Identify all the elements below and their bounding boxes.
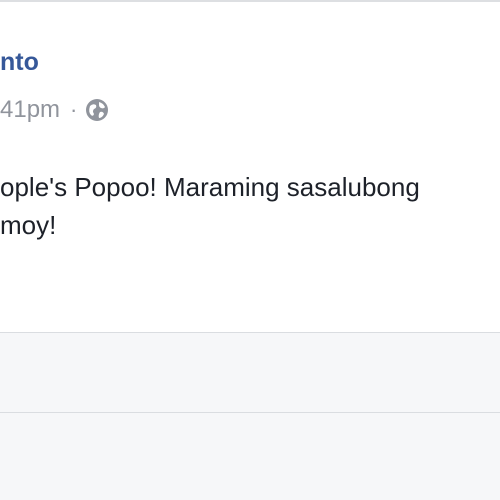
post-meta: 41pm · <box>0 94 109 126</box>
author-name-link[interactable]: nto <box>0 46 39 78</box>
globe-icon[interactable] <box>85 98 109 122</box>
post-message: ople's Popoo! Maraming sasalubong moy! <box>0 168 500 244</box>
post-timestamp-link[interactable]: 41pm <box>0 94 60 126</box>
post-text-line: moy! <box>0 210 57 240</box>
meta-separator: · <box>70 97 78 122</box>
post-comments-row[interactable] <box>0 413 500 491</box>
post-text-line: ople's Popoo! Maraming sasalubong <box>0 172 420 202</box>
post-card: nto 41pm · ople's Popoo! Maraming sasalu… <box>0 0 500 500</box>
post-actions-row[interactable] <box>0 333 500 411</box>
